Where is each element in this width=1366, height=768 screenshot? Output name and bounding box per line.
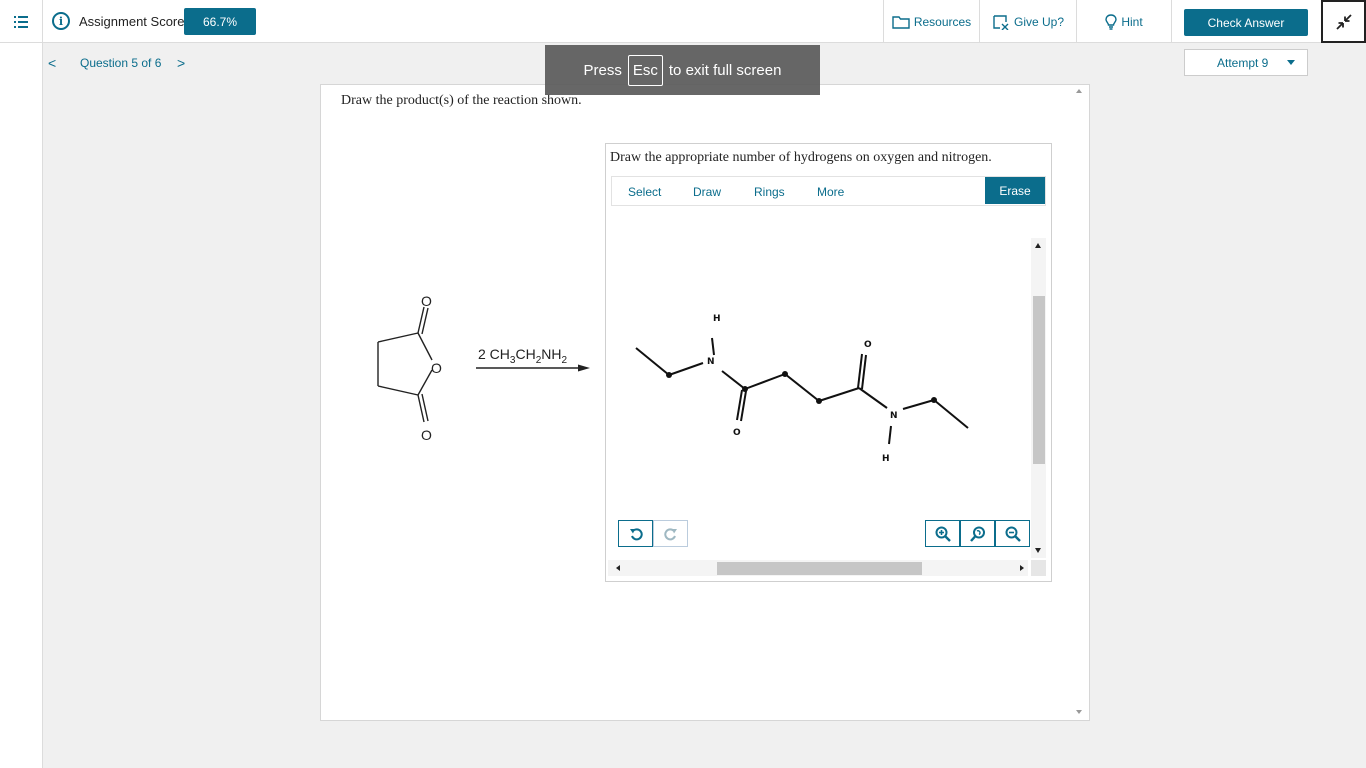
atom-label: O [431,360,442,376]
folder-icon [892,15,910,29]
page-scroll-up-arrow[interactable] [1076,89,1082,93]
atom-label[interactable]: N [890,411,898,421]
question-prompt: Draw the product(s) of the reaction show… [341,93,582,108]
canvas-horizontal-scroll-thumb[interactable] [717,562,922,575]
give-up-label: Give Up? [1013,14,1065,29]
fullscreen-toast: Press Esc to exit full screen [545,45,820,95]
tool-draw[interactable]: Draw [693,185,721,199]
exit-fullscreen-button[interactable] [1321,0,1366,43]
canvas-vertical-scroll-thumb[interactable] [1033,296,1045,464]
editor-toolbar: Select Draw Rings More [611,176,1046,206]
info-icon[interactable]: i [52,12,70,30]
esc-key: Esc [627,54,663,86]
redo-icon [663,527,677,540]
hint-button[interactable]: Hint [1076,0,1172,43]
previous-question-button[interactable]: < [48,55,56,71]
scroll-left-arrow[interactable] [616,565,620,571]
atom-label[interactable]: N [707,357,715,367]
zoom-reset-button[interactable] [960,520,995,547]
check-answer-button[interactable]: Check Answer [1184,9,1308,36]
atom-label[interactable]: O [864,340,872,350]
tool-more[interactable]: More [817,185,844,199]
scroll-down-arrow[interactable] [1035,548,1041,553]
hint-label: Hint [1121,14,1143,29]
left-rail [0,43,43,768]
resources-button[interactable]: Resources [883,0,979,43]
erase-button[interactable]: Erase [985,177,1045,204]
undo-button[interactable] [618,520,653,547]
toast-press: Press [583,61,622,79]
redo-button[interactable] [653,520,688,547]
menu-button[interactable] [0,0,43,43]
atom-label[interactable]: H [713,314,721,324]
zoom-out-button[interactable] [995,520,1030,547]
attempt-label: Attempt 9 [1217,55,1269,70]
top-header: i Assignment Score: 66.7% Resources Give… [0,0,1366,43]
lightbulb-icon [1105,13,1118,30]
zoom-in-icon [935,526,951,542]
give-up-button[interactable]: Give Up? [979,0,1076,43]
undo-icon [629,527,643,540]
reactant-structure: O O O [377,293,442,443]
caret-down-icon [1287,60,1295,65]
scroll-right-arrow[interactable] [1020,565,1024,571]
next-question-button[interactable]: > [177,55,185,71]
give-up-icon [993,14,1009,30]
page-scroll-down-arrow[interactable] [1076,710,1082,714]
atom-label: O [421,293,432,309]
editor-instructions: Draw the appropriate number of hydrogens… [610,150,992,165]
reaction-arrow [476,364,590,372]
atom-label: O [421,427,432,443]
zoom-out-icon [1005,526,1021,542]
assignment-score-label: Assignment Score: [79,14,189,29]
zoom-reset-icon [969,526,985,542]
scroll-up-arrow[interactable] [1035,243,1041,248]
resources-label: Resources [913,14,972,29]
scrollbar-corner [1031,560,1046,576]
drawing-canvas[interactable]: H N O O N H [606,208,1030,558]
list-icon [14,15,28,28]
tool-select[interactable]: Select [628,185,661,199]
collapse-icon [1335,13,1352,30]
atom-label[interactable]: O [733,428,741,438]
toast-rest: to exit full screen [668,61,782,79]
question-indicator[interactable]: Question 5 of 6 [80,56,161,70]
tool-rings[interactable]: Rings [754,185,785,199]
atom-label[interactable]: H [882,454,890,464]
attempt-dropdown[interactable]: Attempt 9 [1184,49,1308,76]
zoom-in-button[interactable] [925,520,960,547]
assignment-score-value: 66.7% [184,8,256,35]
